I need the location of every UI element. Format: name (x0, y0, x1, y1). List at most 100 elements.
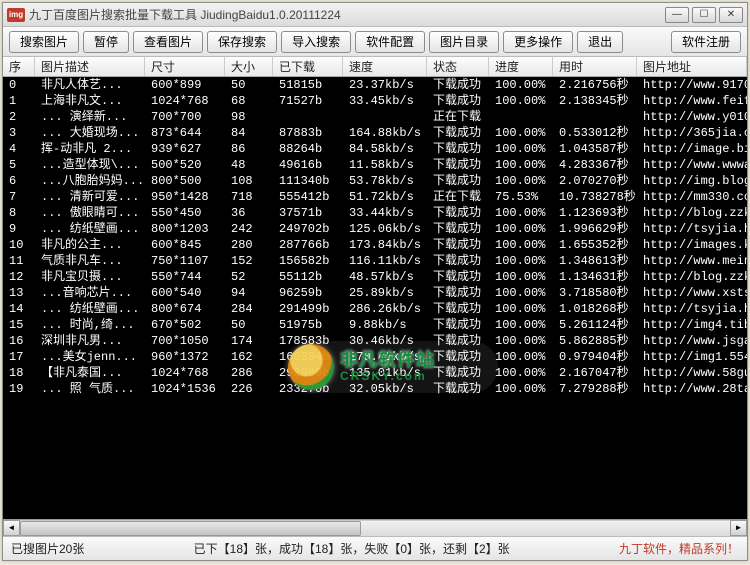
exit-button[interactable]: 退出 (577, 31, 623, 53)
col-size[interactable]: 大小 (225, 57, 273, 76)
maximize-button[interactable]: ☐ (692, 7, 716, 23)
table-row[interactable]: 10非凡的公主...600*845280287766b173.84kb/s下载成… (3, 237, 747, 253)
cell-stat: 下载成功 (427, 285, 489, 301)
cell-stat: 下载成功 (427, 173, 489, 189)
app-icon: img (7, 8, 25, 22)
titlebar[interactable]: img 九丁百度图片搜索批量下载工具 JiudingBaidu1.0.20111… (3, 3, 747, 27)
cell-size: 280 (225, 237, 273, 253)
cell-dim: 800*500 (145, 173, 225, 189)
col-status[interactable]: 状态 (427, 57, 489, 76)
cell-url: http://blog.zzkid.c... (637, 269, 747, 285)
cell-size: 98 (225, 109, 273, 125)
cell-idx: 9 (3, 221, 35, 237)
cell-prog: 100.00% (489, 317, 553, 333)
cell-dim: 950*1428 (145, 189, 225, 205)
download-table[interactable]: 序号 图片描述 尺寸 大小 已下载 速度 状态 进度 用时 图片地址 0非凡人体… (3, 57, 747, 536)
cell-dl: 291499b (273, 301, 343, 317)
table-row[interactable]: 0非凡人体艺...600*8995051815b23.37kb/s下载成功100… (3, 77, 747, 93)
col-downloaded[interactable]: 已下载 (273, 57, 343, 76)
table-row[interactable]: 14... 纺纸壁画...800*674284291499b286.26kb/s… (3, 301, 747, 317)
table-row[interactable]: 5...造型体现\...500*5204849616b11.58kb/s下载成功… (3, 157, 747, 173)
col-dim[interactable]: 尺寸 (145, 57, 225, 76)
toolbar: 搜索图片 暂停 查看图片 保存搜索 导入搜索 软件配置 图片目录 更多操作 退出… (3, 27, 747, 57)
cell-desc: 挥-动非凡 2... (35, 141, 145, 157)
cell-time (553, 109, 637, 125)
col-index[interactable]: 序号 (3, 57, 35, 76)
statusbar: 已搜图片20张 已下【18】张，成功【18】张，失败【0】张，还剩【2】张 九丁… (3, 536, 747, 560)
cell-dl: 287766b (273, 237, 343, 253)
cell-size: 162 (225, 349, 273, 365)
cell-dl: 37571b (273, 205, 343, 221)
scroll-thumb[interactable] (20, 521, 361, 536)
search-images-button[interactable]: 搜索图片 (9, 31, 79, 53)
scroll-track[interactable] (20, 520, 730, 536)
scroll-right-icon[interactable]: ► (730, 520, 747, 536)
cell-idx: 5 (3, 157, 35, 173)
table-row[interactable]: 17...美女jenn...960*1372162166534b170.82kb… (3, 349, 747, 365)
cell-size: 174 (225, 333, 273, 349)
cell-desc: ... 纺纸壁画... (35, 301, 145, 317)
col-time[interactable]: 用时 (553, 57, 637, 76)
cell-idx: 15 (3, 317, 35, 333)
cell-stat: 下载成功 (427, 349, 489, 365)
cell-idx: 3 (3, 125, 35, 141)
software-config-button[interactable]: 软件配置 (355, 31, 425, 53)
table-row[interactable]: 19... 照 气质...1024*1536226233270b32.05kb/… (3, 381, 747, 397)
table-row[interactable]: 7... 清新可爱...950*1428718555412b51.72kb/s正… (3, 189, 747, 205)
cell-url: http://img.blog.163... (637, 173, 747, 189)
cell-prog: 100.00% (489, 221, 553, 237)
cell-speed: 30.46kb/s (343, 333, 427, 349)
col-desc[interactable]: 图片描述 (35, 57, 145, 76)
more-actions-button[interactable]: 更多操作 (503, 31, 573, 53)
cell-idx: 18 (3, 365, 35, 381)
view-images-button[interactable]: 查看图片 (133, 31, 203, 53)
cell-desc: ...造型体现\... (35, 157, 145, 173)
table-row[interactable]: 2... 演绎新...700*70098正在下载http://www.y010.… (3, 109, 747, 125)
table-row[interactable]: 4挥-动非凡 2...939*6278688264b84.58kb/s下载成功1… (3, 141, 747, 157)
cell-stat: 下载成功 (427, 237, 489, 253)
cell-dl: 51975b (273, 317, 343, 333)
table-row[interactable]: 11气质非凡车...750*1107152156582b116.11kb/s下载… (3, 253, 747, 269)
cell-idx: 8 (3, 205, 35, 221)
col-progress[interactable]: 进度 (489, 57, 553, 76)
table-row[interactable]: 16深圳非凡男...700*1050174178583b30.46kb/s下载成… (3, 333, 747, 349)
table-row[interactable]: 3... 大婚现场...873*6448487883b164.88kb/s下载成… (3, 125, 747, 141)
status-center: 已下【18】张，成功【18】张，失败【0】张，还剩【2】张 (84, 540, 619, 557)
table-row[interactable]: 6...八胞胎妈妈...800*500108111340b53.78kb/s下载… (3, 173, 747, 189)
scroll-left-icon[interactable]: ◄ (3, 520, 20, 536)
col-speed[interactable]: 速度 (343, 57, 427, 76)
close-button[interactable]: ✕ (719, 7, 743, 23)
cell-url: http://www.91705.co... (637, 77, 747, 93)
cell-size: 242 (225, 221, 273, 237)
pause-button[interactable]: 暂停 (83, 31, 129, 53)
table-row[interactable]: 9... 纺纸壁画...800*1203242249702b125.06kb/s… (3, 221, 747, 237)
table-row[interactable]: 8... 傲眼睛可...550*4503637571b33.44kb/s下载成功… (3, 205, 747, 221)
import-search-button[interactable]: 导入搜索 (281, 31, 351, 53)
col-url[interactable]: 图片地址 (637, 57, 747, 76)
cell-size: 36 (225, 205, 273, 221)
cell-speed: 53.78kb/s (343, 173, 427, 189)
cell-prog: 100.00% (489, 93, 553, 109)
cell-stat: 下载成功 (427, 365, 489, 381)
table-row[interactable]: 12非凡宝贝摄...550*7445255112b48.57kb/s下载成功10… (3, 269, 747, 285)
image-catalog-button[interactable]: 图片目录 (429, 31, 499, 53)
cell-prog: 100.00% (489, 253, 553, 269)
table-row[interactable]: 15... 时尚,绮...670*5025051975b9.88kb/s下载成功… (3, 317, 747, 333)
cell-stat: 下载成功 (427, 301, 489, 317)
cell-desc: ... 时尚,绮... (35, 317, 145, 333)
minimize-button[interactable]: — (665, 7, 689, 23)
save-search-button[interactable]: 保存搜索 (207, 31, 277, 53)
cell-dl: 49616b (273, 157, 343, 173)
table-row[interactable]: 13...音响芯片...600*5409496259b25.89kb/s下载成功… (3, 285, 747, 301)
table-row[interactable]: 18【非凡泰国...1024*768286292909b135.01kb/s下载… (3, 365, 747, 381)
table-row[interactable]: 1上海非凡文...1024*7686871527b33.45kb/s下载成功10… (3, 93, 747, 109)
register-button[interactable]: 软件注册 (671, 31, 741, 53)
table-body[interactable]: 0非凡人体艺...600*8995051815b23.37kb/s下载成功100… (3, 77, 747, 519)
horizontal-scrollbar[interactable]: ◄ ► (3, 519, 747, 536)
cell-dim: 550*744 (145, 269, 225, 285)
cell-speed: 11.58kb/s (343, 157, 427, 173)
cell-desc: 深圳非凡男... (35, 333, 145, 349)
cell-prog: 100.00% (489, 365, 553, 381)
cell-idx: 11 (3, 253, 35, 269)
cell-url: http://www.xstsc.co... (637, 285, 747, 301)
